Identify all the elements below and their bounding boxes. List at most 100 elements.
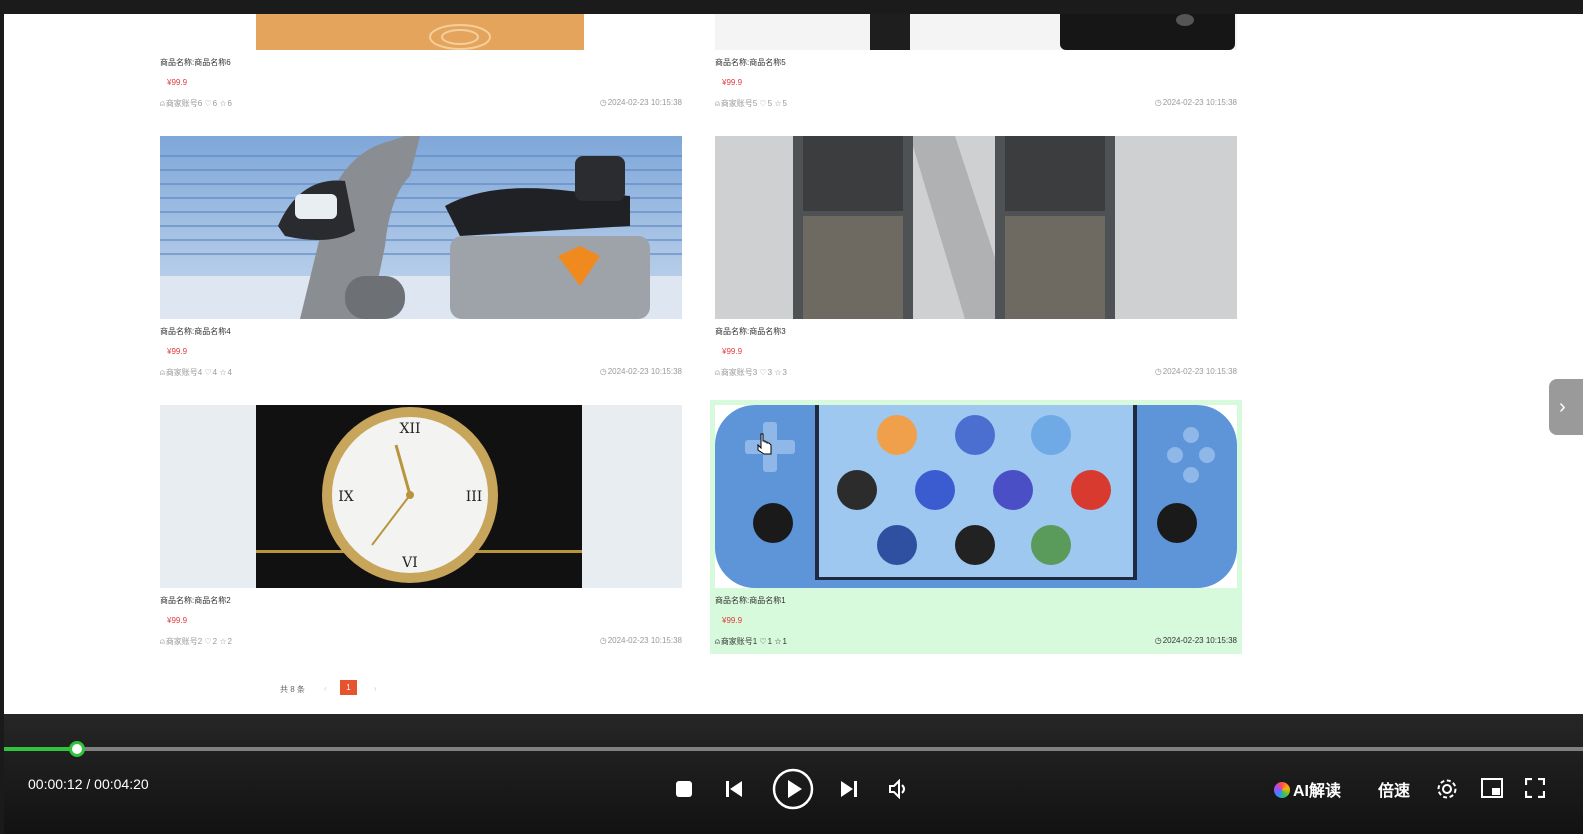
clock-icon: ◷ [1154, 636, 1162, 645]
like-icon: ♡ [204, 637, 212, 646]
product-price: ¥99.9 [722, 78, 743, 87]
volume-icon [889, 779, 905, 799]
progress-bar[interactable] [4, 741, 1583, 757]
clock-icon: ◷ [1154, 367, 1162, 376]
product-image[interactable] [160, 136, 682, 319]
side-expand-tab[interactable]: › [1549, 379, 1583, 435]
product-name[interactable]: 商品名称:商品名称6 [160, 57, 231, 68]
publish-date: 2024-02-23 10:15:38 [607, 367, 682, 376]
clock-icon: ◷ [1154, 98, 1162, 107]
product-name[interactable]: 商品名称:商品名称3 [715, 326, 786, 337]
svg-text:VI: VI [401, 555, 418, 571]
product-image[interactable] [715, 405, 1237, 588]
picture-in-picture-icon [1481, 778, 1503, 798]
product-name[interactable]: 商品名称:商品名称4 [160, 326, 231, 337]
favorite-count: 3 [782, 368, 787, 377]
prev-page-button[interactable]: ‹ [324, 684, 327, 693]
product-card-5[interactable]: 商品名称:商品名称5 ¥99.9 ⍝商家账号5 ♡5 ☆5 ◷2024-02-2… [715, 14, 1247, 121]
clock-icon: ◷ [599, 636, 607, 645]
skip-previous-icon [726, 781, 742, 797]
next-button[interactable] [839, 779, 859, 799]
like-icon: ♡ [204, 99, 212, 108]
page-1-button[interactable]: 1 [340, 680, 357, 695]
picture-in-picture-button[interactable] [1481, 778, 1503, 798]
star-icon: ☆ [219, 99, 227, 108]
star-icon: ☆ [219, 637, 227, 646]
skip-next-icon [841, 781, 857, 797]
favorite-count: 1 [782, 637, 787, 646]
cursor-icon [757, 433, 772, 455]
user-icon: ⍝ [715, 637, 720, 646]
like-icon: ♡ [759, 99, 767, 108]
next-page-button[interactable]: › [374, 684, 377, 693]
stop-button[interactable] [675, 780, 693, 798]
publish-date: 2024-02-23 10:15:38 [1162, 636, 1237, 645]
product-card-2[interactable]: XII VI IX III 商品名称:商品名称2 ¥99.9 ⍝商家账号2 ♡2… [160, 405, 692, 659]
video-player-controls: 00:00:12 / 00:04:20 AI解读 倍速 [4, 714, 1583, 834]
play-button[interactable] [772, 768, 814, 810]
product-image[interactable] [715, 136, 1237, 319]
progress-handle[interactable] [69, 741, 85, 757]
seller-name: 商家账号5 [720, 99, 758, 108]
like-icon: ♡ [204, 368, 212, 377]
previous-button[interactable] [724, 779, 744, 799]
seller-name: 商家账号3 [720, 368, 758, 377]
clock-icon: ◷ [599, 367, 607, 376]
publish-date: 2024-02-23 10:15:38 [1162, 367, 1237, 376]
seller-name: 商家账号6 [165, 99, 203, 108]
product-price: ¥99.9 [167, 78, 188, 87]
pagination-total: 共 8 条 [280, 685, 305, 694]
product-name[interactable]: 商品名称:商品名称1 [715, 595, 786, 606]
product-price: ¥99.9 [167, 347, 188, 356]
product-card-1[interactable]: 商品名称:商品名称1 ¥99.9 ⍝商家账号1 ♡1 ☆1 ◷2024-02-2… [710, 400, 1242, 654]
top-bar [0, 0, 1583, 14]
product-image[interactable] [715, 14, 1237, 50]
product-card-4[interactable]: 商品名称:商品名称4 ¥99.9 ⍝商家账号4 ♡4 ☆4 ◷2024-02-2… [160, 136, 692, 390]
like-count: 6 [212, 99, 218, 108]
star-icon: ☆ [774, 368, 782, 377]
favorite-count: 2 [227, 637, 232, 646]
volume-button[interactable] [888, 779, 910, 799]
product-card-6[interactable]: 商品名称:商品名称6 ¥99.9 ⍝商家账号6 ♡6 ☆6 ◷2024-02-2… [160, 14, 692, 121]
product-image[interactable]: XII VI IX III [160, 405, 682, 588]
gear-icon [1437, 779, 1457, 799]
like-icon: ♡ [759, 368, 767, 377]
product-price: ¥99.9 [167, 616, 188, 625]
ai-interpret-button[interactable]: AI解读 [1274, 777, 1341, 801]
play-icon [772, 768, 814, 810]
svg-text:IX: IX [338, 489, 354, 505]
playback-speed-button[interactable]: 倍速 [1378, 777, 1410, 801]
product-card-3[interactable]: 商品名称:商品名称3 ¥99.9 ⍝商家账号3 ♡3 ☆3 ◷2024-02-2… [715, 136, 1247, 390]
clock-icon: ◷ [599, 98, 607, 107]
settings-button[interactable] [1436, 778, 1458, 800]
star-icon: ☆ [774, 637, 782, 646]
product-name[interactable]: 商品名称:商品名称2 [160, 595, 231, 606]
publish-date: 2024-02-23 10:15:38 [1162, 98, 1237, 107]
progress-played [4, 747, 77, 751]
star-icon: ☆ [219, 368, 227, 377]
time-display: 00:00:12 / 00:04:20 [28, 776, 149, 792]
user-icon: ⍝ [160, 637, 165, 646]
favorite-count: 5 [782, 99, 787, 108]
product-image[interactable] [160, 14, 682, 50]
product-price: ¥99.9 [722, 347, 743, 356]
user-icon: ⍝ [715, 99, 720, 108]
like-count: 2 [212, 637, 218, 646]
seller-name: 商家账号2 [165, 637, 203, 646]
user-icon: ⍝ [715, 368, 720, 377]
ai-logo-icon [1274, 782, 1290, 798]
publish-date: 2024-02-23 10:15:38 [607, 636, 682, 645]
product-list-page: 商品名称:商品名称6 ¥99.9 ⍝商家账号6 ♡6 ☆6 ◷2024-02-2… [4, 14, 1583, 714]
like-count: 1 [767, 637, 773, 646]
product-name[interactable]: 商品名称:商品名称5 [715, 57, 786, 68]
favorite-count: 4 [227, 368, 232, 377]
like-count: 4 [212, 368, 218, 377]
stop-icon [676, 781, 692, 797]
svg-text:XII: XII [399, 421, 420, 437]
user-icon: ⍝ [160, 368, 165, 377]
seller-name: 商家账号4 [165, 368, 203, 377]
favorite-count: 6 [227, 99, 232, 108]
fullscreen-button[interactable] [1525, 778, 1545, 798]
fullscreen-icon [1525, 778, 1545, 798]
like-count: 3 [767, 368, 773, 377]
